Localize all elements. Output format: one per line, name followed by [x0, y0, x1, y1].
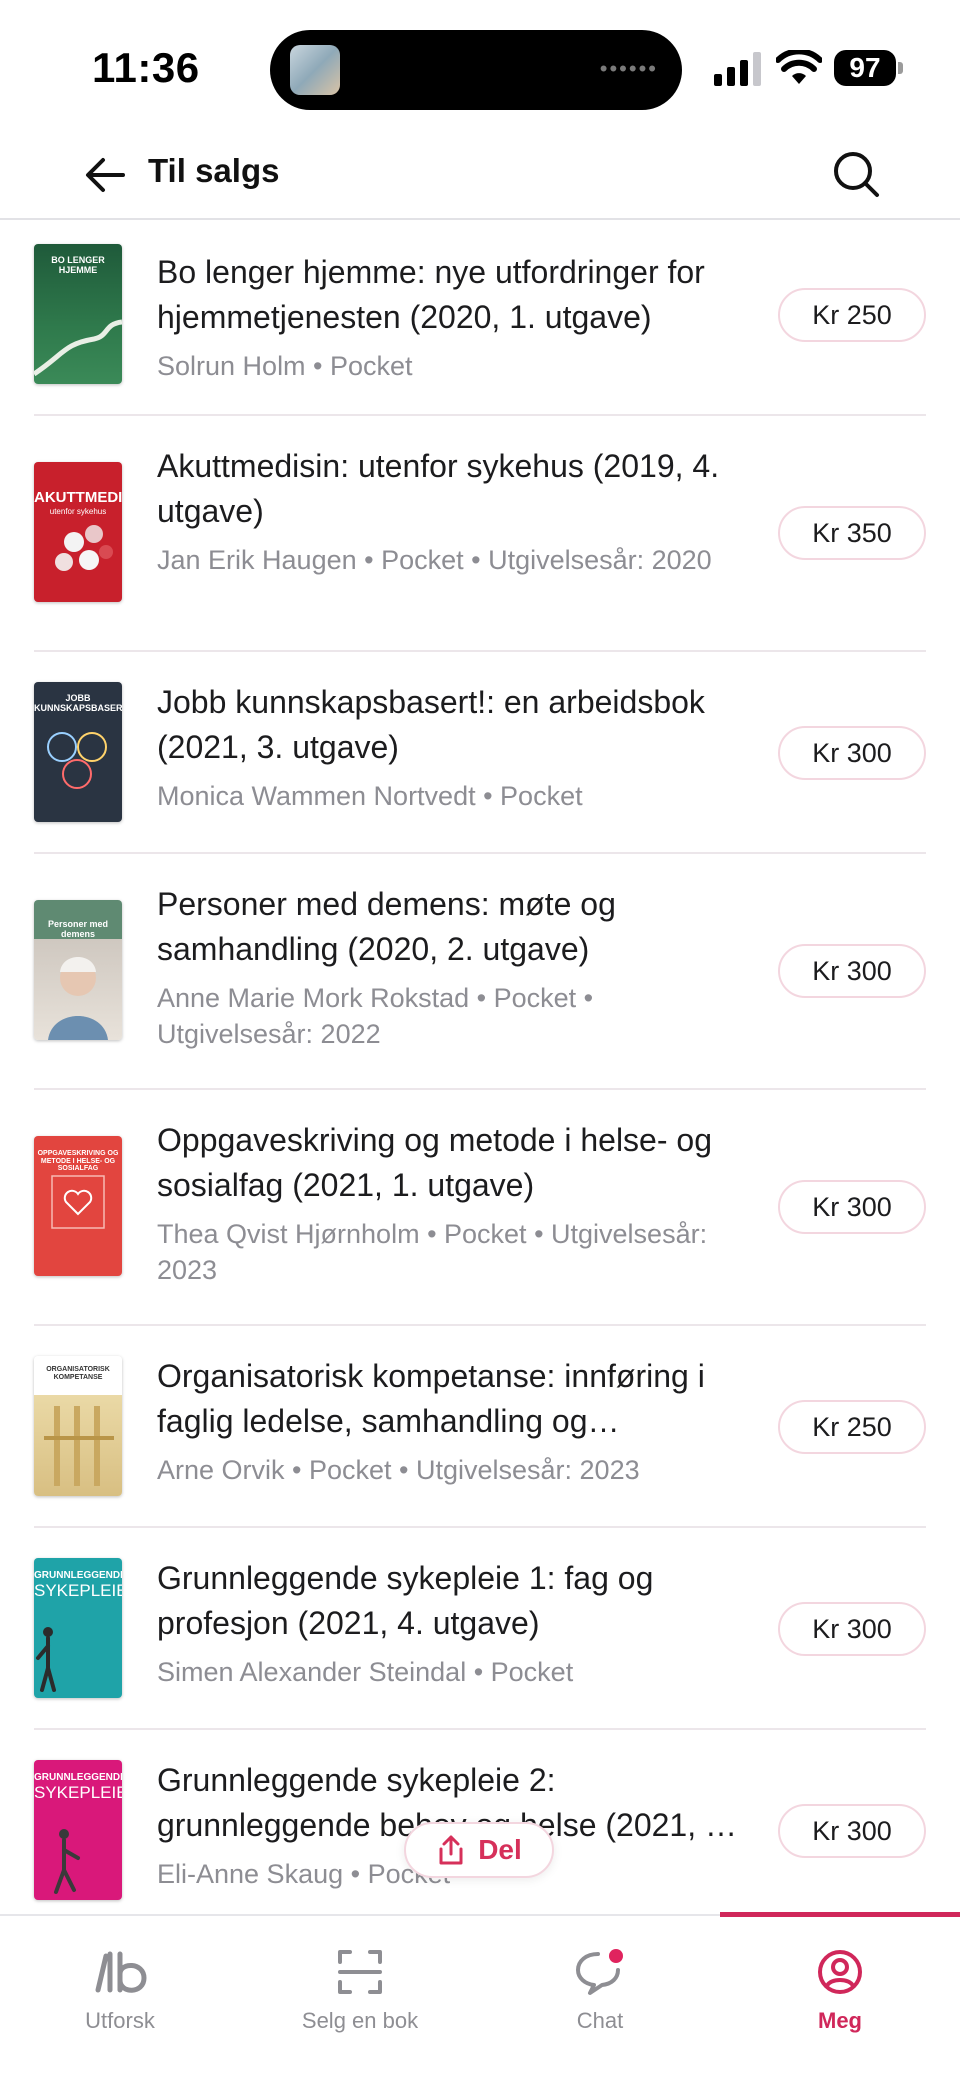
scan-icon: [338, 1950, 382, 1994]
media-thumbnail: [290, 45, 340, 95]
book-cover: AKUTTMEDISIN utenfor sykehus: [34, 462, 122, 602]
profile-icon: [818, 1950, 862, 1994]
unread-badge: [609, 1949, 623, 1963]
tab-label: Meg: [818, 2008, 862, 2033]
list-item[interactable]: OPPGAVESKRIVING OG METODE I HELSE- OG SO…: [34, 1090, 926, 1326]
price-badge[interactable]: Kr 350: [778, 506, 926, 560]
book-cover: OPPGAVESKRIVING OG METODE I HELSE- OG SO…: [34, 1136, 122, 1276]
list-item[interactable]: GRUNNLEGGENDE SYKEPLEIE Grunnleggende sy…: [34, 1528, 926, 1730]
book-meta: Simen Alexander Steindal • Pocket: [157, 1657, 574, 1687]
book-meta: Jan Erik Haugen • Pocket • Utgivelsesår:…: [157, 545, 712, 575]
tab-chat[interactable]: Chat: [480, 1916, 720, 2046]
book-cover: Personer med demens: [34, 900, 122, 1040]
price-badge[interactable]: Kr 300: [778, 726, 926, 780]
book-cover: GRUNNLEGGENDE SYKEPLEIE: [34, 1760, 122, 1900]
listing-list[interactable]: BO LENGER HJEMME Bo lenger hjemme: nye u…: [0, 222, 960, 1914]
status-time: 11:36: [92, 44, 200, 91]
list-item[interactable]: AKUTTMEDISIN utenfor sykehus Akuttmedisi…: [34, 416, 926, 652]
book-cover: JOBB KUNNSKAPSBASERT!: [34, 682, 122, 822]
page-title: Til salgs: [148, 152, 280, 189]
tab-label: Utforsk: [85, 2008, 155, 2033]
tab-selg-en-bok[interactable]: Selg en bok: [240, 1916, 480, 2046]
search-button[interactable]: [828, 146, 884, 202]
tab-utforsk[interactable]: Utforsk: [0, 1916, 240, 2046]
book-meta: Anne Marie Mork Rokstad • Pocket • Utgiv…: [157, 983, 594, 1049]
waveform-icon: ••••••: [599, 56, 658, 81]
book-title: Oppgaveskriving og metode i helse- og so…: [157, 1122, 712, 1203]
status-bar: 11:36 •••••• 97: [0, 0, 960, 130]
wifi-icon: [776, 50, 822, 84]
dynamic-island[interactable]: ••••••: [270, 30, 682, 110]
price-badge[interactable]: Kr 300: [778, 1804, 926, 1858]
tab-label: Selg en bok: [301, 2008, 419, 2033]
arrow-left-icon: [86, 158, 125, 192]
book-title: Organisatorisk kompetanse: innføring i f…: [157, 1358, 705, 1439]
bottom-tab-bar: Utforsk Selg en bok Chat Meg: [0, 1912, 960, 2086]
list-item[interactable]: ORGANISATORISK KOMPETANSE Organisatorisk…: [34, 1326, 926, 1528]
cellular-signal-icon: [714, 52, 761, 86]
tab-label: Chat: [576, 2008, 624, 2033]
battery-level: 97: [834, 50, 896, 86]
book-meta: Solrun Holm • Pocket: [157, 351, 413, 381]
explore-logo-icon: [95, 1951, 147, 1993]
battery-cap: [898, 62, 903, 74]
search-icon: [834, 152, 879, 197]
book-meta: Arne Orvik • Pocket • Utgivelsesår: 2023: [157, 1455, 640, 1485]
book-title: Akuttmedisin: utenfor sykehus (2019, 4. …: [157, 448, 720, 529]
share-icon: [439, 1835, 463, 1865]
book-title: Grunnleggende sykepleie 1: fag og profes…: [157, 1560, 654, 1641]
book-cover: GRUNNLEGGENDE SYKEPLEIE: [34, 1558, 122, 1698]
app-header: Til salgs: [0, 130, 960, 220]
price-badge[interactable]: Kr 300: [778, 1180, 926, 1234]
price-badge[interactable]: Kr 300: [778, 944, 926, 998]
chat-bubble-icon: [576, 1949, 623, 1995]
share-label: Del: [478, 1834, 522, 1865]
price-badge[interactable]: Kr 300: [778, 1602, 926, 1656]
book-meta: Thea Qvist Hjørnholm • Pocket • Utgivels…: [157, 1219, 708, 1285]
book-title: Bo lenger hjemme: nye utfordringer for h…: [157, 254, 705, 335]
battery-icon: 97: [834, 50, 904, 86]
book-title: Jobb kunnskapsbasert!: en arbeidsbok (20…: [157, 684, 705, 765]
book-meta: Monica Wammen Nortvedt • Pocket: [157, 781, 583, 811]
book-title: Personer med demens: møte og samhandling…: [157, 886, 616, 967]
tab-meg[interactable]: Meg: [720, 1916, 960, 2046]
book-cover: BO LENGER HJEMME: [34, 244, 122, 384]
book-cover: ORGANISATORISK KOMPETANSE: [34, 1356, 122, 1496]
list-item[interactable]: JOBB KUNNSKAPSBASERT! Jobb kunnskapsbase…: [34, 652, 926, 854]
back-button[interactable]: [80, 150, 130, 200]
price-badge[interactable]: Kr 250: [778, 288, 926, 342]
list-item[interactable]: Personer med demens Personer med demens:…: [34, 854, 926, 1090]
price-badge[interactable]: Kr 250: [778, 1400, 926, 1454]
list-item[interactable]: BO LENGER HJEMME Bo lenger hjemme: nye u…: [34, 222, 926, 416]
share-button[interactable]: Del: [404, 1822, 554, 1878]
